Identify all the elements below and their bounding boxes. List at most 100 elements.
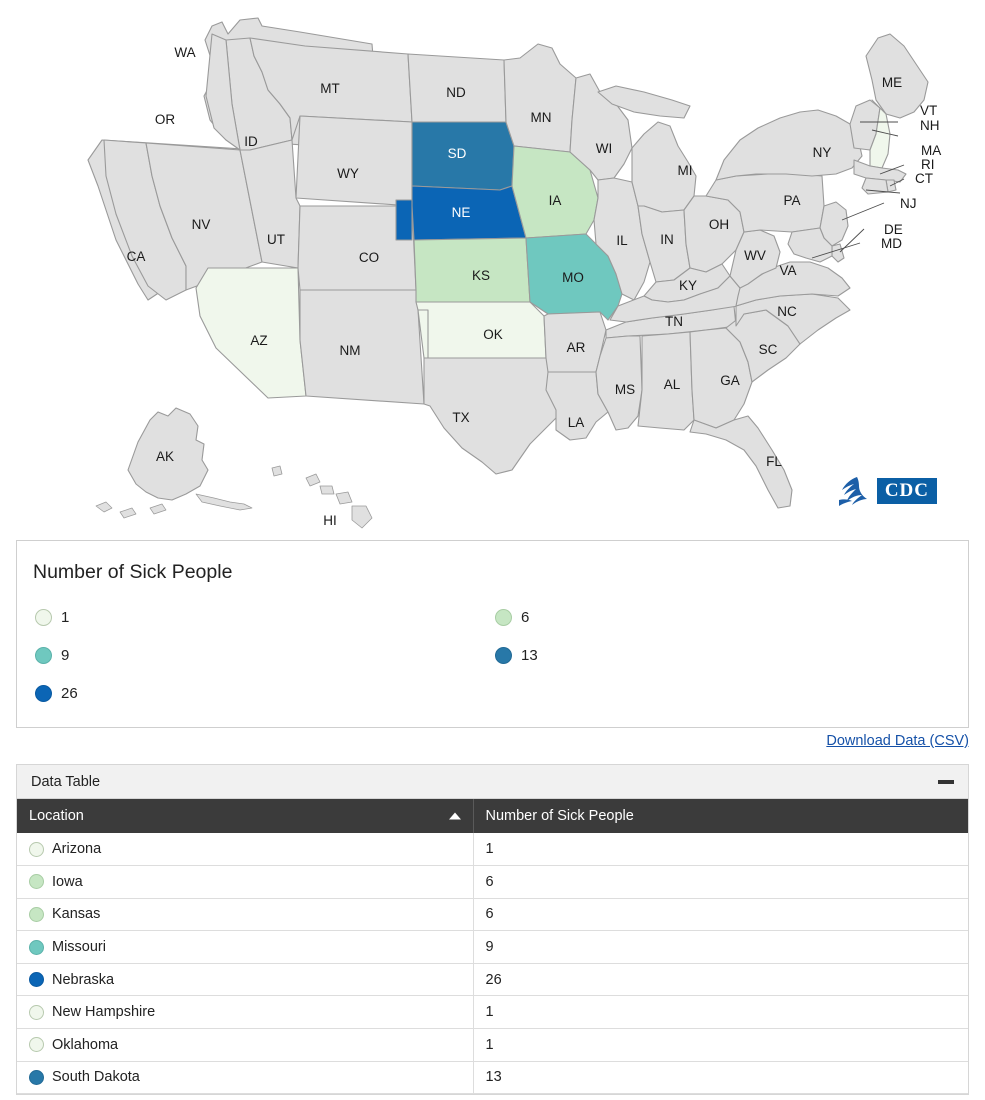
state-MN[interactable] (503, 43, 577, 153)
us-map-svg[interactable]: WA OR CA NV ID MT WY UT AZ CO NM ND SD N… (0, 0, 985, 538)
state-AK-isles[interactable] (95, 501, 167, 519)
legend-swatch-icon (35, 608, 52, 626)
page-root: WA OR CA NV ID MT WY UT AZ CO NM ND SD N… (0, 0, 985, 1100)
svg-text:IN: IN (660, 232, 674, 247)
svg-text:LA: LA (568, 415, 585, 430)
svg-text:TN: TN (665, 314, 683, 329)
sort-ascending-icon[interactable] (448, 812, 461, 820)
location-label: New Hampshire (52, 1004, 156, 1021)
cell-count: 6 (473, 865, 968, 899)
svg-text:CO: CO (359, 250, 379, 265)
table-row[interactable]: South Dakota 13 (17, 1061, 968, 1095)
svg-text:RI: RI (921, 157, 935, 172)
svg-text:NM: NM (340, 343, 361, 358)
state-NE-notch[interactable] (395, 199, 413, 241)
legend-swatch-icon (495, 608, 512, 626)
legend-item[interactable]: 9 (35, 646, 495, 664)
location-label: Arizona (52, 841, 102, 858)
table-row[interactable]: Arizona 1 (17, 833, 968, 867)
row-color-dot-icon (29, 874, 44, 890)
svg-text:ID: ID (244, 134, 258, 149)
legend-swatch-icon (495, 646, 512, 664)
row-color-dot-icon (29, 972, 44, 988)
cell-count: 1 (473, 1028, 968, 1062)
svg-text:FL: FL (766, 454, 782, 469)
svg-text:MD: MD (881, 236, 902, 251)
legend-items: 1 6 9 13 26 (17, 598, 968, 712)
download-row: Download Data (CSV) (16, 732, 969, 750)
location-label: Kansas (52, 906, 101, 923)
state-OK[interactable] (415, 301, 547, 359)
table-row[interactable]: Missouri 9 (17, 930, 968, 964)
svg-text:ME: ME (882, 75, 902, 90)
svg-text:WI: WI (596, 141, 613, 156)
table-row[interactable]: Kansas 6 (17, 898, 968, 932)
location-label: South Dakota (52, 1069, 140, 1086)
svg-text:NJ: NJ (900, 196, 917, 211)
svg-text:PA: PA (783, 193, 800, 208)
svg-text:AR: AR (567, 340, 586, 355)
legend-item-label: 1 (61, 608, 70, 626)
column-header-count[interactable]: Number of Sick People (473, 799, 968, 833)
location-label: Iowa (52, 873, 83, 890)
minus-collapse-icon[interactable] (938, 779, 954, 784)
svg-text:MN: MN (531, 110, 552, 125)
cell-location: Nebraska (17, 963, 474, 997)
state-DE[interactable] (831, 243, 845, 263)
column-header-location[interactable]: Location (17, 799, 474, 833)
state-NM[interactable] (299, 289, 425, 405)
hhs-eagle-icon (838, 477, 867, 506)
legend-title: Number of Sick People (33, 561, 233, 583)
legend-item[interactable]: 6 (495, 608, 955, 626)
row-color-dot-icon (29, 939, 44, 955)
state-WY[interactable] (295, 115, 413, 207)
download-csv-link[interactable]: Download Data (CSV) (826, 733, 969, 749)
legend-item[interactable]: 1 (35, 608, 495, 626)
legend-item-label: 9 (61, 646, 70, 664)
svg-text:NY: NY (813, 145, 832, 160)
table-row[interactable]: Nebraska 26 (17, 963, 968, 997)
legend-item-label: 6 (521, 608, 530, 626)
svg-text:VT: VT (920, 103, 937, 118)
cell-count: 13 (473, 1061, 968, 1095)
data-table-body: Arizona 1 Iowa 6 Kansas 6 Missouri 9 Neb… (17, 833, 968, 1095)
svg-text:WA: WA (174, 45, 195, 60)
cell-location: Oklahoma (17, 1028, 474, 1062)
svg-text:AK: AK (156, 449, 174, 464)
svg-text:HI: HI (323, 513, 337, 528)
state-TX[interactable] (423, 357, 565, 475)
cell-location: Kansas (17, 898, 474, 932)
cell-location: Iowa (17, 865, 474, 899)
state-HI[interactable] (271, 465, 373, 529)
table-row[interactable]: Oklahoma 1 (17, 1028, 968, 1062)
cell-count: 9 (473, 930, 968, 964)
svg-text:OR: OR (155, 112, 176, 127)
legend-item-label: 26 (61, 684, 78, 702)
cell-count: 1 (473, 995, 968, 1030)
state-NY[interactable] (715, 109, 863, 181)
legend-item[interactable]: 13 (495, 646, 955, 664)
cell-location: South Dakota (17, 1061, 474, 1095)
location-label: Nebraska (52, 971, 115, 988)
data-table: Location Number of Sick People Arizona 1… (17, 799, 968, 1095)
svg-text:ND: ND (446, 85, 466, 100)
state-AK-aleut[interactable] (195, 493, 253, 511)
column-header-count-label: Number of Sick People (485, 808, 634, 824)
location-label: Oklahoma (52, 1036, 119, 1053)
svg-text:UT: UT (267, 232, 285, 247)
legend-item[interactable]: 26 (35, 684, 495, 702)
svg-text:WY: WY (337, 166, 359, 181)
table-header-row: Location Number of Sick People (17, 799, 968, 833)
table-row[interactable]: New Hampshire 1 (17, 995, 968, 1030)
svg-text:IA: IA (549, 193, 562, 208)
data-table-title: Data Table (31, 773, 101, 790)
svg-text:IL: IL (616, 233, 628, 248)
svg-text:NC: NC (777, 304, 797, 319)
data-table-panel-header[interactable]: Data Table (17, 765, 968, 799)
row-color-dot-icon (29, 1069, 44, 1085)
choropleth-map[interactable]: WA OR CA NV ID MT WY UT AZ CO NM ND SD N… (0, 0, 985, 538)
cell-location: Arizona (17, 833, 474, 867)
table-row[interactable]: Iowa 6 (17, 865, 968, 899)
column-header-location-label: Location (29, 808, 84, 824)
row-color-dot-icon (29, 1037, 44, 1053)
